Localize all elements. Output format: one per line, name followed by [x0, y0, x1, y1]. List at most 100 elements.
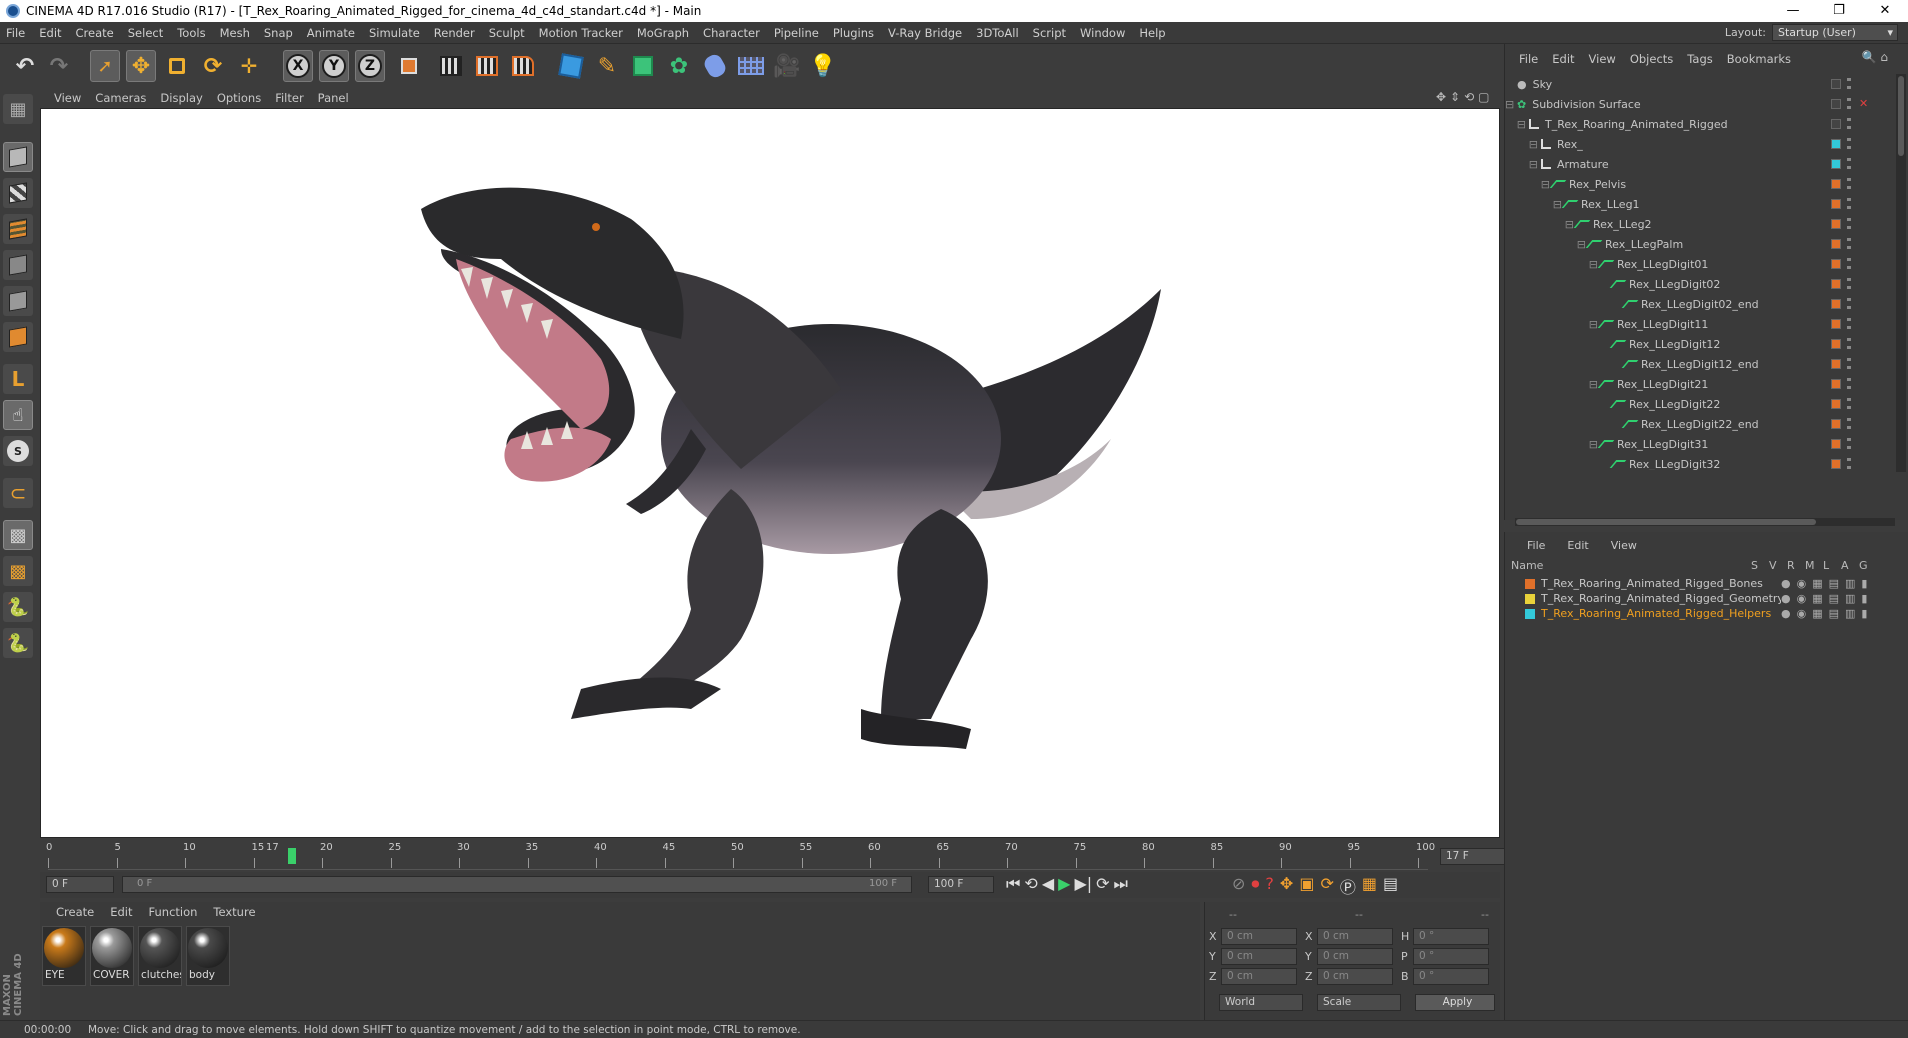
layer-toggle-icons[interactable]: ●◉▦▤▥▮: [1781, 607, 1873, 620]
spline-pen-icon[interactable]: ✎: [592, 50, 622, 82]
visibility-dots[interactable]: [1847, 258, 1851, 270]
object-row[interactable]: ⊟ T_Rex_Roaring_Animated_Rigged: [1505, 114, 1885, 134]
visibility-dots[interactable]: [1847, 378, 1851, 390]
prev-key-icon[interactable]: ⟲: [1024, 874, 1037, 894]
z-axis-lock-icon[interactable]: Z: [355, 50, 385, 82]
layer-toggle-icons[interactable]: ●◉▦▤▥▮: [1781, 592, 1873, 605]
layer-row[interactable]: T_Rex_Roaring_Animated_Rigged_Bones ●◉▦▤▥…: [1511, 576, 1901, 591]
render-settings-icon[interactable]: [508, 50, 538, 82]
object-row[interactable]: Rex_LLegDigit22_end: [1505, 414, 1885, 434]
layer-color-tag[interactable]: [1831, 359, 1841, 369]
move-tool-icon[interactable]: ✥: [126, 50, 156, 82]
object-row[interactable]: ⊟ Rex_LLegDigit01: [1505, 254, 1885, 274]
layer-color-tag[interactable]: [1831, 279, 1841, 289]
layer-color-swatch[interactable]: [1525, 593, 1535, 604]
menu-tools[interactable]: Tools: [177, 26, 205, 40]
key-parameter-icon[interactable]: Ⓟ: [1340, 874, 1356, 898]
layer-color-swatch[interactable]: [1525, 608, 1535, 619]
expand-icon[interactable]: ⊟: [1505, 378, 1601, 391]
x-axis-lock-icon[interactable]: X: [283, 50, 313, 82]
layer-color-tag[interactable]: [1831, 319, 1841, 329]
render-view-icon[interactable]: [436, 50, 466, 82]
layer-toggle-icons[interactable]: ●◉▦▤▥▮: [1781, 577, 1873, 590]
menu-mograph[interactable]: MoGraph: [637, 26, 689, 40]
layer-color-tag[interactable]: [1831, 379, 1841, 389]
coord-value-field[interactable]: 0 cm: [1317, 948, 1393, 965]
layer-color-tag[interactable]: [1831, 239, 1841, 249]
expand-icon[interactable]: ⊟: [1505, 118, 1529, 131]
object-row[interactable]: ⊟ ✿ Subdivision Surface ✕: [1505, 94, 1885, 114]
expand-icon[interactable]: ⊟: [1505, 138, 1541, 151]
model-mode-icon[interactable]: [3, 142, 33, 172]
start-frame-field[interactable]: 0 F: [46, 876, 114, 893]
layer-color-tag[interactable]: [1831, 179, 1841, 189]
visibility-dots[interactable]: [1847, 238, 1851, 250]
rotate-tool-icon[interactable]: ⟳: [198, 50, 228, 82]
transform-tool-icon[interactable]: ✛: [234, 50, 264, 82]
undo-icon[interactable]: ↶: [10, 50, 40, 82]
menu-character[interactable]: Character: [703, 26, 760, 40]
menu-animate[interactable]: Animate: [307, 26, 355, 40]
object-menu-view[interactable]: View: [1589, 52, 1616, 66]
viewport-menu-view[interactable]: View: [54, 91, 81, 105]
deformer-icon[interactable]: [700, 50, 730, 82]
next-key-icon[interactable]: ⟳: [1096, 874, 1109, 894]
cloner-icon[interactable]: ✿: [664, 50, 694, 82]
coord-scale-dropdown[interactable]: Scale: [1317, 994, 1401, 1011]
object-row[interactable]: ⊟ Rex_LLeg1: [1505, 194, 1885, 214]
axis-mode-icon[interactable]: L: [3, 364, 33, 394]
menu-file[interactable]: File: [6, 26, 25, 40]
solo-icon[interactable]: S: [3, 436, 33, 466]
object-row[interactable]: ⊟ Rex_LLegDigit11: [1505, 314, 1885, 334]
coord-value-field[interactable]: 0 cm: [1221, 968, 1297, 985]
layer-color-tag[interactable]: [1831, 219, 1841, 229]
end-frame-field[interactable]: 100 F: [928, 876, 994, 893]
expand-icon[interactable]: ⊟: [1505, 158, 1541, 171]
layer-color-tag[interactable]: [1831, 199, 1841, 209]
object-row[interactable]: Rex_LLegDigit02_end: [1505, 294, 1885, 314]
coord-value-field[interactable]: 0 °: [1413, 948, 1489, 965]
apply-button[interactable]: Apply: [1415, 994, 1495, 1011]
object-menu-edit[interactable]: Edit: [1552, 52, 1574, 66]
layer-color-tag[interactable]: [1831, 339, 1841, 349]
object-menu-objects[interactable]: Objects: [1630, 52, 1673, 66]
redo-icon[interactable]: ↷: [44, 50, 74, 82]
object-menu-file[interactable]: File: [1519, 52, 1538, 66]
key-pla-icon[interactable]: ▦: [1362, 874, 1377, 898]
go-to-end-icon[interactable]: ⏭: [1114, 874, 1128, 894]
layer-color-tag[interactable]: [1831, 79, 1841, 89]
object-row[interactable]: ⊟ Rex_Pelvis: [1505, 174, 1885, 194]
layer-color-tag[interactable]: [1831, 119, 1841, 129]
coord-value-field[interactable]: 0 °: [1413, 928, 1489, 945]
object-row[interactable]: ⊟ Rex_LLegDigit31: [1505, 434, 1885, 454]
layer-color-tag[interactable]: [1831, 419, 1841, 429]
grid-snap-icon[interactable]: ▩: [3, 556, 33, 586]
expand-icon[interactable]: ⊟: [1505, 438, 1601, 451]
visibility-dots[interactable]: [1847, 278, 1851, 290]
y-axis-lock-icon[interactable]: Y: [319, 50, 349, 82]
viewport-menu-panel[interactable]: Panel: [318, 91, 349, 105]
menu-v-ray-bridge[interactable]: V-Ray Bridge: [888, 26, 962, 40]
visibility-dots[interactable]: [1847, 318, 1851, 330]
object-row[interactable]: ⊟ Rex_LLegDigit21: [1505, 374, 1885, 394]
viewport-menu-filter[interactable]: Filter: [275, 91, 303, 105]
prev-frame-icon[interactable]: ◀: [1042, 874, 1054, 894]
visibility-dots[interactable]: [1847, 358, 1851, 370]
layer-color-tag[interactable]: [1831, 399, 1841, 409]
subdivision-surface-icon[interactable]: [628, 50, 658, 82]
material-menu-texture[interactable]: Texture: [213, 905, 255, 919]
expand-icon[interactable]: ⊟: [1505, 218, 1577, 231]
material-swatch[interactable]: body: [186, 926, 230, 986]
visibility-dots[interactable]: [1847, 298, 1851, 310]
menu-render[interactable]: Render: [434, 26, 475, 40]
coord-value-field[interactable]: 0 cm: [1221, 948, 1297, 965]
menu-script[interactable]: Script: [1033, 26, 1066, 40]
material-swatch[interactable]: clutches: [138, 926, 182, 986]
material-menu-function[interactable]: Function: [149, 905, 198, 919]
workplane-mode-icon[interactable]: [3, 214, 33, 244]
layer-color-tag[interactable]: [1831, 439, 1841, 449]
timeline-window-icon[interactable]: ▤: [1383, 874, 1398, 898]
cube-primitive-icon[interactable]: [556, 50, 586, 82]
3d-viewport[interactable]: [40, 108, 1500, 838]
layout-dropdown[interactable]: Startup (User): [1772, 24, 1898, 41]
